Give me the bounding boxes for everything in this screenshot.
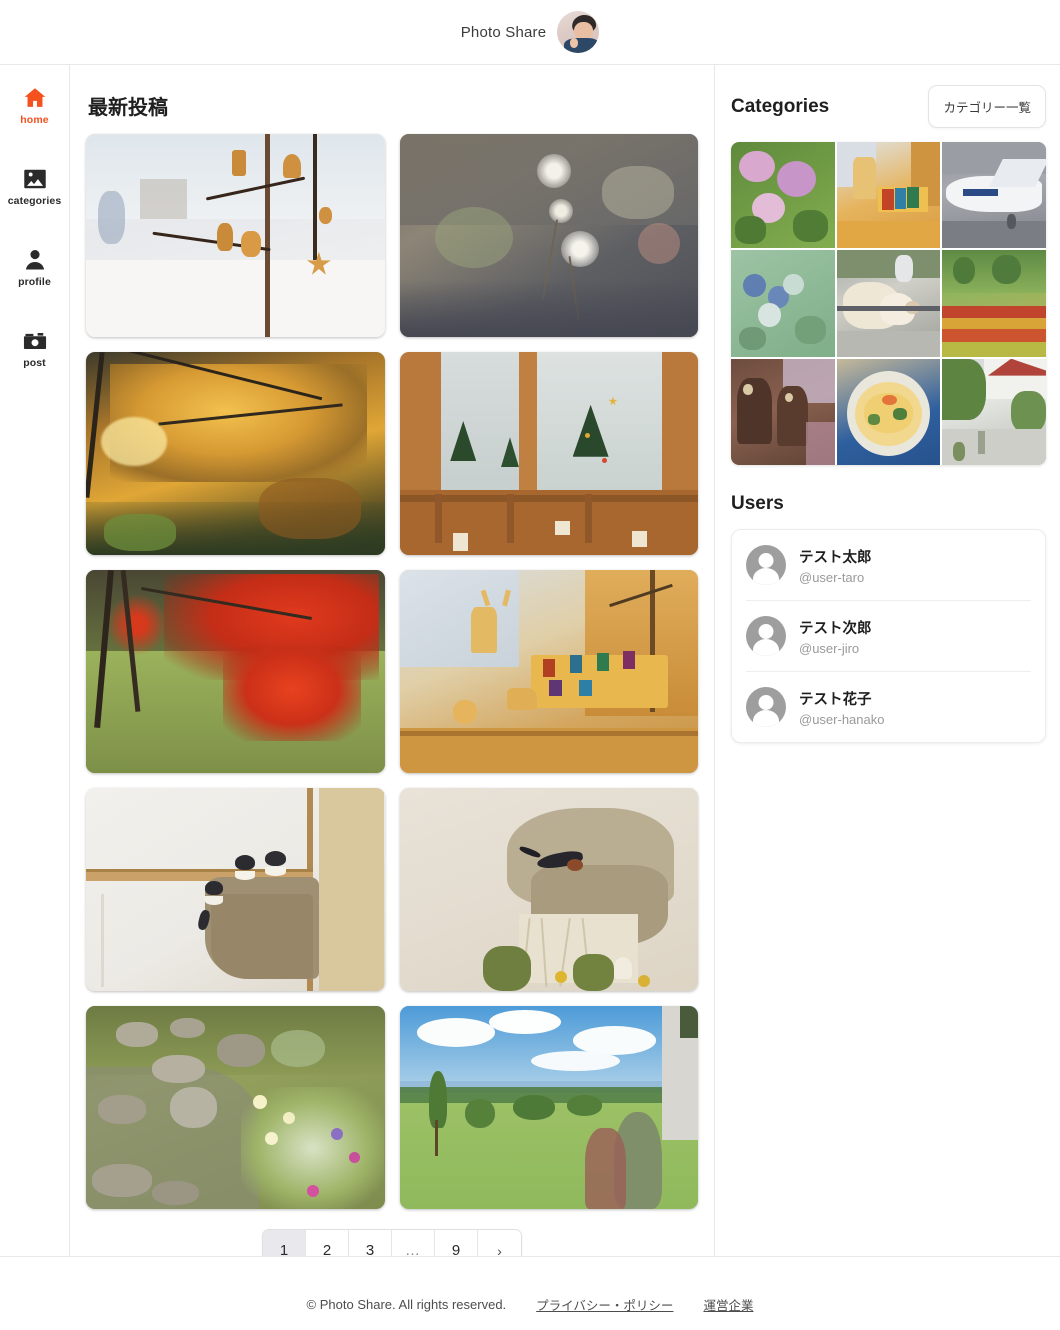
user-name: テスト花子 — [799, 691, 872, 708]
app-root: Photo Share home categories profile post… — [0, 0, 1060, 1330]
photo-card[interactable] — [86, 570, 385, 773]
page-title: 最新投稿 — [88, 97, 168, 119]
right-rail: Categories カテゴリー一覧 Users テスト太郎 @user-tar… — [715, 65, 1060, 1256]
user-handle: @user-taro — [799, 569, 865, 585]
avatar — [746, 616, 786, 656]
photo-thumbnail — [86, 352, 385, 555]
category-tile[interactable] — [942, 142, 1046, 249]
category-tile[interactable] — [836, 142, 941, 249]
user-name: テスト次郎 — [799, 620, 872, 637]
sidebar-label-categories: categories — [7, 195, 62, 207]
feed-column: 最新投稿 1 2 3 … 9 › — [70, 65, 715, 1272]
privacy-policy-link[interactable]: プライバシー・ポリシー — [536, 1295, 673, 1314]
category-tile[interactable] — [731, 250, 835, 357]
category-tile[interactable] — [731, 358, 835, 465]
categories-list-button[interactable]: カテゴリー一覧 — [928, 85, 1046, 128]
photo-card[interactable] — [399, 788, 698, 991]
photo-card[interactable] — [86, 1006, 385, 1209]
home-icon — [24, 88, 45, 107]
sidebar-label-profile: profile — [18, 276, 51, 288]
sidebar-item-categories[interactable]: categories — [5, 166, 65, 207]
photo-thumbnail — [399, 788, 698, 991]
sidebar-item-home[interactable]: home — [5, 85, 65, 126]
sidebar-nav: home categories profile post — [0, 65, 70, 1256]
users-title: Users — [731, 493, 784, 514]
photo-card[interactable] — [399, 134, 698, 337]
photo-thumbnail — [399, 1006, 698, 1209]
category-tile[interactable] — [731, 142, 835, 249]
sidebar-label-home: home — [20, 114, 49, 126]
user-avatar[interactable] — [557, 11, 600, 53]
photo-thumbnail — [86, 788, 385, 991]
user-handle: @user-hanako — [799, 711, 885, 727]
sidebar-label-post: post — [23, 357, 46, 369]
app-title: Photo Share — [460, 23, 547, 41]
categories-header: Categories カテゴリー一覧 — [731, 85, 1046, 128]
copyright-text: © Photo Share. All rights reserved. — [306, 1297, 507, 1312]
photo-thumbnail — [399, 134, 698, 337]
brand[interactable]: Photo Share — [461, 11, 600, 53]
photo-card[interactable] — [399, 1006, 698, 1209]
category-tile[interactable] — [942, 250, 1046, 357]
category-tile[interactable] — [836, 358, 941, 465]
list-item[interactable]: テスト次郎 @user-jiro — [746, 601, 1031, 672]
avatar — [746, 687, 786, 727]
page-footer: © Photo Share. All rights reserved. プライバ… — [0, 1256, 1060, 1330]
list-item[interactable]: テスト花子 @user-hanako — [746, 672, 1031, 742]
photo-thumbnail — [399, 570, 698, 773]
body-row: home categories profile post 最新投稿 1 2 3 … — [0, 65, 1060, 1272]
users-card: テスト太郎 @user-taro テスト次郎 @user-jiro テスト花子 — [731, 529, 1046, 743]
photo-card[interactable] — [86, 352, 385, 555]
category-tile[interactable] — [836, 250, 941, 357]
sidebar-item-post[interactable]: post — [5, 328, 65, 369]
person-icon — [25, 250, 44, 270]
camera-icon — [23, 332, 46, 350]
category-tile[interactable] — [942, 358, 1046, 465]
user-name: テスト太郎 — [799, 549, 872, 566]
photo-thumbnail — [86, 1006, 385, 1209]
photo-thumbnail — [86, 134, 385, 337]
company-link[interactable]: 運営企業 — [703, 1295, 753, 1314]
image-icon — [23, 169, 46, 189]
category-mosaic[interactable] — [731, 142, 1046, 465]
photo-card[interactable] — [399, 570, 698, 773]
photo-grid — [86, 134, 698, 1209]
photo-card[interactable] — [399, 352, 698, 555]
app-header: Photo Share — [0, 0, 1060, 65]
user-handle: @user-jiro — [799, 640, 860, 656]
sidebar-item-profile[interactable]: profile — [5, 247, 65, 288]
photo-thumbnail — [399, 352, 698, 555]
list-item[interactable]: テスト太郎 @user-taro — [746, 530, 1031, 601]
photo-thumbnail — [86, 570, 385, 773]
avatar — [746, 545, 786, 585]
photo-card[interactable] — [86, 134, 385, 337]
categories-title: Categories — [731, 95, 830, 117]
photo-card[interactable] — [86, 788, 385, 991]
